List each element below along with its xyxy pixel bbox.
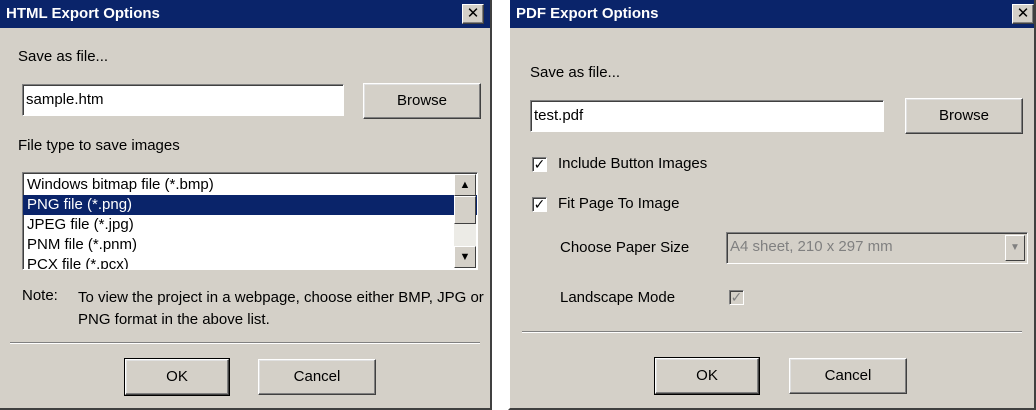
list-item[interactable]: PNM file (*.pnm) — [23, 235, 477, 255]
html-note-label: Note: — [22, 287, 58, 304]
html-divider — [10, 342, 480, 344]
list-scrollbar[interactable]: ▲ ▼ — [454, 174, 476, 268]
html-ok-button[interactable]: OK — [124, 358, 230, 396]
fit-page-checkbox[interactable]: ✓ — [532, 197, 547, 212]
list-item-selected[interactable]: PNG file (*.png) — [23, 195, 477, 215]
include-button-images-checkbox[interactable]: ✓ — [532, 157, 547, 172]
pdf-dialog-titlebar[interactable]: PDF Export Options ✕ — [510, 0, 1034, 28]
list-item[interactable]: JPEG file (*.jpg) — [23, 215, 477, 235]
pdf-close-button[interactable]: ✕ — [1012, 4, 1034, 24]
html-cancel-button[interactable]: Cancel — [258, 359, 376, 395]
scroll-up-icon[interactable]: ▲ — [454, 174, 476, 196]
chevron-down-icon[interactable]: ▼ — [1005, 235, 1025, 261]
scroll-down-icon[interactable]: ▼ — [454, 246, 476, 268]
list-item[interactable]: Windows bitmap file (*.bmp) — [23, 175, 477, 195]
close-icon: ✕ — [466, 5, 480, 22]
paper-size-value: A4 sheet, 210 x 297 mm — [730, 238, 893, 255]
landscape-checkbox[interactable]: ✓ — [729, 290, 744, 305]
html-note-text: To view the project in a webpage, choose… — [78, 289, 484, 328]
fit-page-label[interactable]: Fit Page To Image — [558, 195, 679, 212]
html-file-type-list[interactable]: Windows bitmap file (*.bmp) PNG file (*.… — [22, 172, 478, 270]
html-dialog-titlebar[interactable]: HTML Export Options ✕ — [0, 0, 490, 28]
html-close-button[interactable]: ✕ — [462, 4, 484, 24]
html-browse-button[interactable]: Browse — [363, 83, 481, 119]
pdf-save-as-label: Save as file... — [530, 64, 621, 81]
html-export-dialog: HTML Export Options ✕ Save as file... sa… — [0, 0, 492, 410]
paper-size-select[interactable]: A4 sheet, 210 x 297 mm ▼ — [726, 232, 1028, 264]
landscape-label: Landscape Mode — [560, 289, 676, 306]
pdf-cancel-button[interactable]: Cancel — [789, 358, 907, 394]
include-button-images-label[interactable]: Include Button Images — [558, 155, 707, 172]
pdf-browse-button[interactable]: Browse — [905, 98, 1023, 134]
list-item[interactable]: PCX file (*.pcx) — [23, 255, 477, 269]
pdf-export-dialog: PDF Export Options ✕ Save as file... tes… — [508, 0, 1036, 410]
html-filename-field[interactable]: sample.htm — [22, 84, 344, 116]
close-icon: ✕ — [1016, 5, 1030, 22]
html-dialog-title: HTML Export Options — [6, 5, 160, 22]
pdf-divider — [522, 331, 1022, 333]
pdf-ok-button[interactable]: OK — [654, 357, 760, 395]
html-save-as-label: Save as file... — [18, 48, 109, 65]
pdf-dialog-title: PDF Export Options — [516, 5, 659, 22]
scroll-thumb[interactable] — [454, 196, 476, 224]
html-file-type-label: File type to save images — [18, 137, 180, 154]
pdf-filename-field[interactable]: test.pdf — [530, 100, 884, 132]
paper-size-label: Choose Paper Size — [560, 239, 690, 256]
